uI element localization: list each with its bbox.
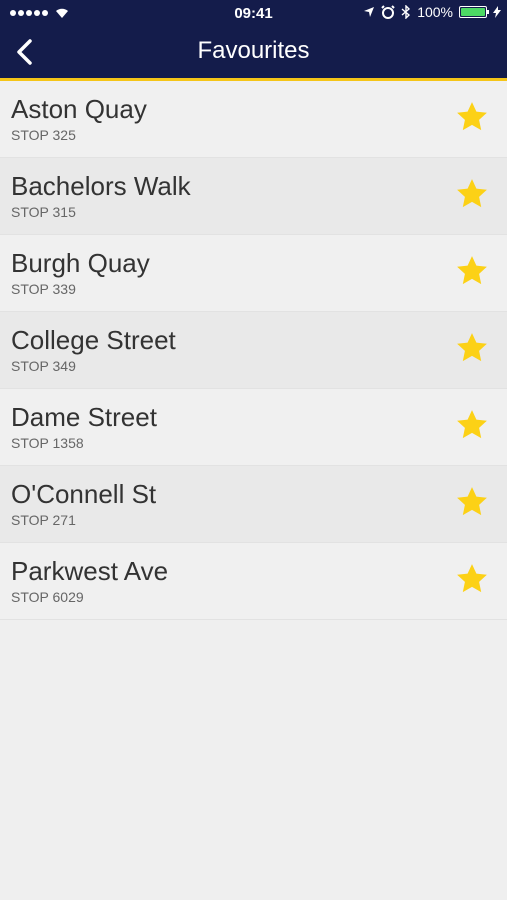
star-icon[interactable]	[455, 408, 489, 442]
star-icon[interactable]	[455, 562, 489, 596]
location-arrow-icon	[364, 7, 375, 17]
bluetooth-icon	[401, 5, 411, 19]
stop-number: STOP 349	[11, 358, 76, 374]
favourite-row[interactable]: Bachelors Walk STOP 315	[0, 158, 507, 235]
favourite-row[interactable]: College Street STOP 349	[0, 312, 507, 389]
status-right-group: 100%	[363, 4, 501, 20]
star-icon[interactable]	[455, 177, 489, 211]
navigation-bar: 09:41 100% Favourites	[0, 0, 507, 78]
battery-fill	[461, 8, 485, 16]
favourite-row[interactable]: Burgh Quay STOP 339	[0, 235, 507, 312]
stop-name: Burgh Quay	[11, 248, 150, 278]
stop-number: STOP 271	[11, 512, 76, 528]
stop-number: STOP 6029	[11, 589, 84, 605]
stop-number: STOP 315	[11, 204, 76, 220]
stop-name: Bachelors Walk	[11, 171, 191, 201]
stop-number: STOP 1358	[11, 435, 84, 451]
favourite-row[interactable]: Dame Street STOP 1358	[0, 389, 507, 466]
favourite-row[interactable]: Parkwest Ave STOP 6029	[0, 543, 507, 620]
stop-number: STOP 339	[11, 281, 76, 297]
battery-percentage: 100%	[417, 4, 453, 20]
star-icon[interactable]	[455, 100, 489, 134]
page-title: Favourites	[197, 37, 310, 64]
star-icon[interactable]	[455, 331, 489, 365]
charging-bolt-icon	[493, 6, 501, 18]
star-icon[interactable]	[455, 254, 489, 288]
stop-name: Aston Quay	[11, 94, 147, 124]
alarm-clock-icon	[381, 5, 395, 19]
status-bar: 09:41 100%	[0, 0, 507, 27]
star-icon[interactable]	[455, 485, 489, 519]
stop-name: O'Connell St	[11, 479, 157, 509]
stop-name: Parkwest Ave	[11, 556, 169, 586]
favourites-list: Aston Quay STOP 325 Bachelors Walk STOP 315…	[0, 81, 507, 620]
favourite-row[interactable]: O'Connell St STOP 271	[0, 466, 507, 543]
favourite-row[interactable]: Aston Quay STOP 325	[0, 81, 507, 158]
stop-number: STOP 325	[11, 127, 76, 143]
stop-name: Dame Street	[11, 402, 157, 432]
stop-name: College Street	[11, 325, 176, 355]
battery-icon	[459, 6, 489, 18]
